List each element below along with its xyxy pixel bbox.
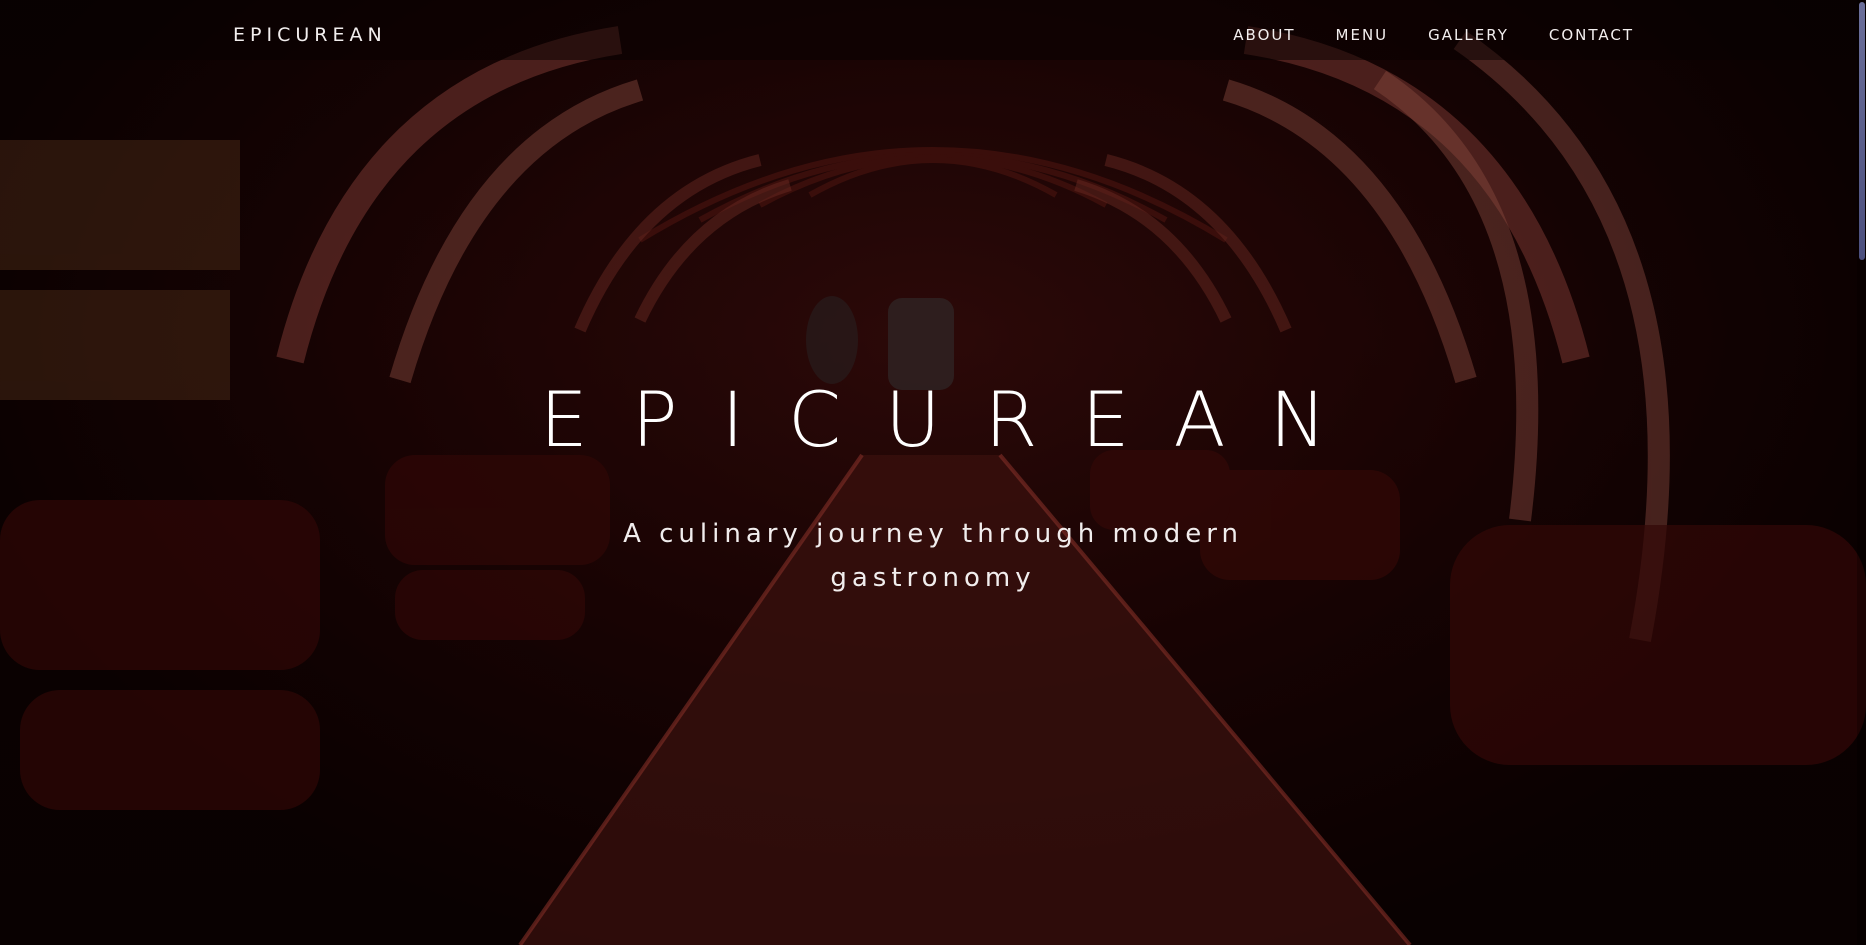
nav-contact-link[interactable]: CONTACT	[1549, 26, 1634, 44]
nav-about-link[interactable]: ABOUT	[1233, 26, 1295, 44]
landing-page: EPICUREAN ABOUT MENU GALLERY CONTACT EPI…	[0, 0, 1866, 945]
page-scrollbar[interactable]	[1857, 0, 1866, 945]
hero-section: EPICUREAN A culinary journey through mod…	[0, 370, 1866, 600]
nav-menu-link[interactable]: MENU	[1336, 26, 1389, 44]
main-nav: ABOUT MENU GALLERY CONTACT	[1193, 26, 1634, 44]
nav-gallery-link[interactable]: GALLERY	[1428, 26, 1509, 44]
hero-title: EPICUREAN	[539, 375, 1371, 464]
site-header: EPICUREAN ABOUT MENU GALLERY CONTACT	[0, 0, 1866, 74]
hero-subtitle: A culinary journey through modern gastro…	[623, 519, 1243, 593]
scrollbar-thumb[interactable]	[1859, 2, 1865, 260]
site-logo[interactable]: EPICUREAN	[233, 24, 387, 46]
